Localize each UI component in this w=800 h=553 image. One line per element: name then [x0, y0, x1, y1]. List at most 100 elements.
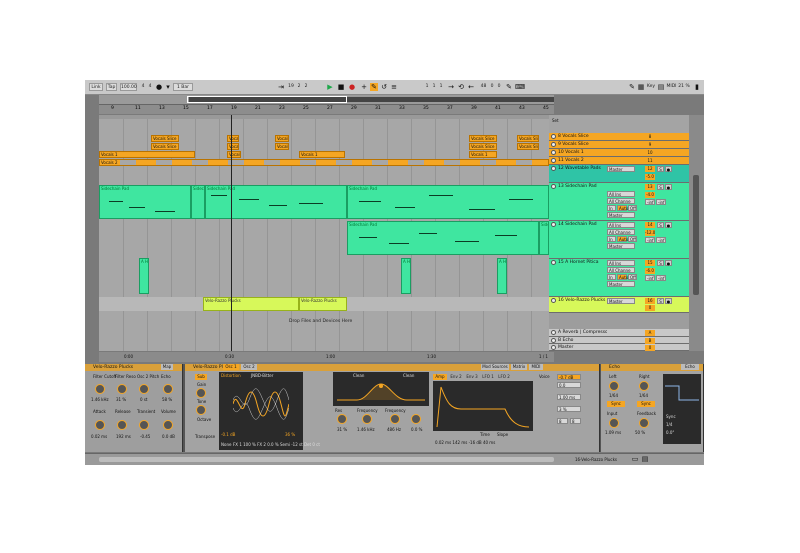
monitor-in[interactable]: In — [607, 205, 616, 211]
send-a[interactable]: -inf — [645, 237, 655, 243]
input-knob[interactable] — [609, 418, 619, 428]
tab-mod-sources[interactable]: Mod Sources — [481, 364, 509, 370]
voice-value[interactable]: 8 — [570, 418, 581, 424]
tab-amp[interactable]: Amp — [433, 374, 447, 380]
clip-sidechain-pad[interactable]: Sidechain Pad — [99, 185, 191, 219]
metronome-icon[interactable]: ● — [155, 83, 163, 91]
loop-length-beat[interactable]: 0 — [489, 83, 495, 91]
solo-button[interactable]: S — [657, 166, 664, 172]
arm-icon[interactable]: ● — [665, 166, 672, 172]
res-knob[interactable] — [337, 414, 347, 424]
input-type[interactable]: All Ins — [607, 191, 635, 197]
track-header[interactable]: 13 Sidechain Pad All Ins All Channe In A… — [549, 183, 689, 221]
macro-knob[interactable] — [95, 384, 105, 394]
macro-knob[interactable] — [139, 420, 149, 430]
position-bar[interactable]: 19 — [287, 83, 295, 91]
clip-vocals-slice[interactable]: Vocals Slice — [151, 143, 179, 150]
right-sync-button[interactable]: Sync — [637, 401, 655, 407]
loop-length-bar[interactable]: 48 — [479, 83, 488, 91]
track-number[interactable]: 16 — [645, 298, 655, 304]
frequency-2-knob[interactable] — [390, 414, 400, 424]
track-number[interactable]: 15 — [645, 260, 655, 266]
record-icon[interactable]: ● — [348, 83, 356, 91]
input-channel[interactable]: All Channe — [607, 198, 635, 204]
clip-view-icon[interactable]: ▤ — [641, 455, 649, 463]
arm-icon[interactable]: ● — [665, 222, 672, 228]
beat-time-ruler[interactable]: 9 11 13 15 17 19 21 23 25 27 29 31 33 35… — [99, 105, 554, 114]
horizontal-scrollbar[interactable] — [99, 457, 554, 462]
echo-display[interactable]: Sync 1/4 0.0° — [663, 374, 701, 444]
osc-mode[interactable]: None — [221, 442, 231, 447]
clip-vocals-slice[interactable]: Vocals Slice — [469, 143, 497, 150]
clip-vocals-1[interactable]: Vocals 1 — [469, 151, 497, 158]
midi-map-icon[interactable]: ▤ — [657, 83, 665, 91]
tap-button[interactable]: Tap — [106, 83, 117, 91]
res-2-knob[interactable] — [411, 414, 421, 424]
punch-out-icon[interactable]: ← — [467, 83, 475, 91]
track-number[interactable]: A — [645, 330, 655, 336]
output-routing[interactable]: Master — [607, 166, 635, 172]
keyboard-icon[interactable]: ⌨ — [515, 83, 525, 91]
stop-icon[interactable]: ■ — [337, 83, 345, 91]
left-time-knob[interactable] — [609, 381, 619, 391]
clip-vocals-1[interactable]: Vocals 1 — [227, 151, 241, 158]
sub-button[interactable]: Sub — [195, 374, 207, 380]
output-routing[interactable]: Master — [607, 281, 635, 287]
input-channel[interactable]: All Channe — [607, 229, 635, 235]
macro-knob[interactable] — [95, 420, 105, 430]
position-beat[interactable]: 2 — [296, 83, 302, 91]
clip-vocals-1[interactable]: Vocals 1 — [299, 151, 345, 158]
right-time-knob[interactable] — [639, 381, 649, 391]
overview-selection[interactable] — [187, 96, 347, 103]
key-map-button[interactable]: Key — [646, 83, 656, 91]
quantize-menu[interactable]: 1 Bar — [173, 83, 193, 91]
tempo-field[interactable]: 100.00 — [120, 83, 137, 91]
loop-start-beat[interactable]: 1 — [431, 83, 437, 91]
automation-arm-icon[interactable]: ✎ — [370, 83, 378, 91]
tab-midi[interactable]: MIDI — [529, 364, 543, 370]
monitor-off[interactable]: Off — [628, 205, 637, 211]
track-number[interactable]: 11 — [645, 158, 655, 164]
monitor-in[interactable]: In — [607, 274, 616, 280]
voice-value[interactable]: 1.00 ms — [557, 394, 581, 400]
loop-start-bar[interactable]: 1 — [424, 83, 430, 91]
clip-velo-razzo-plucks[interactable]: Velo-Razzo Plucks — [299, 297, 347, 311]
send-b[interactable]: -inf — [656, 237, 666, 243]
clip-sidechain-pad[interactable]: Sidechain Pad — [205, 185, 347, 219]
arm-icon[interactable]: ● — [665, 260, 672, 266]
voice-value[interactable]: 3 % — [557, 406, 581, 412]
filter-1-type[interactable]: Clean — [353, 373, 364, 378]
monitor-auto[interactable]: Auto — [617, 236, 628, 242]
clip-sidechain-pad[interactable]: Sidechain Pad — [347, 185, 549, 219]
loop-start-sixteenth[interactable]: 1 — [438, 83, 444, 91]
track-number[interactable]: 10 — [645, 150, 655, 156]
tone-knob[interactable] — [196, 405, 206, 415]
clip-vocals-slice[interactable]: Vocals Slice — [227, 143, 239, 150]
clip-sidechain-pad[interactable]: Sidec — [539, 221, 549, 255]
output-routing[interactable]: Master — [607, 243, 635, 249]
time-ruler[interactable]: 0:00 0:30 1:00 1:30 1 / 1 — [99, 352, 554, 362]
output-routing[interactable]: Master — [607, 212, 635, 218]
filter-2-type[interactable]: Clean — [403, 373, 414, 378]
master-track-header[interactable]: Master 0 — [549, 344, 689, 351]
loop-icon[interactable]: ⟲ — [457, 83, 465, 91]
track-number[interactable]: 9 — [645, 142, 655, 148]
clip-hornet[interactable]: A Hor — [497, 258, 507, 294]
arrangement-view[interactable]: Vocals Slice Vocals Slice Vocals Slice V… — [99, 115, 549, 351]
macro-knob[interactable] — [117, 384, 127, 394]
track-number[interactable]: 14 — [645, 222, 655, 228]
monitor-in[interactable]: In — [607, 236, 616, 242]
clip-vocals-slice[interactable]: Vocals Slice — [275, 135, 289, 142]
link-button[interactable]: Link — [89, 83, 103, 91]
capture-midi-icon[interactable]: ≡ — [390, 83, 398, 91]
wavetable-select[interactable]: JNBD-Bitter — [251, 373, 273, 378]
track-volume[interactable]: -4.0 — [645, 192, 655, 198]
tab-osc-2[interactable]: Osc 2 — [241, 364, 257, 370]
tab-osc-1[interactable]: Osc 1 — [223, 364, 239, 370]
solo-button[interactable]: S — [657, 260, 664, 266]
track-header[interactable]: 11 Vocals 2 11 — [549, 157, 689, 165]
send-b[interactable]: -inf — [656, 199, 666, 205]
track-header[interactable]: 9 Vocals Slice 9 — [549, 141, 689, 149]
draw-mode-icon[interactable]: ✎ — [505, 83, 513, 91]
map-button[interactable]: Map — [161, 364, 173, 370]
